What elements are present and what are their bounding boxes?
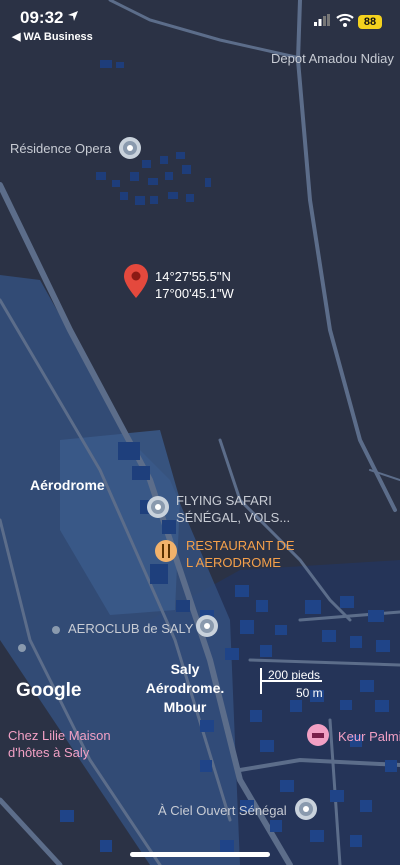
place-label-chez-lilie[interactable]: Chez Lilie Maison d'hôtes à Saly — [8, 727, 111, 761]
hotel-icon[interactable] — [307, 724, 329, 746]
flying-safari-line-1: FLYING SAFARI — [176, 493, 272, 508]
scale-bar: 200 pieds 50 m — [260, 668, 350, 702]
saly-line-3: Mbour — [163, 699, 207, 715]
battery-indicator: 88 — [358, 15, 382, 29]
place-label-flying-safari[interactable]: FLYING SAFARI SÉNÉGAL, VOLS... — [176, 492, 290, 526]
pin-longitude: 17°00'45.1"W — [155, 286, 234, 301]
wifi-icon — [336, 13, 354, 27]
restaurant-line-1: RESTAURANT DE — [186, 538, 295, 553]
location-arrow-icon — [68, 11, 78, 21]
scale-label-imperial: 200 pieds — [268, 668, 321, 682]
poi-marker-flying-safari[interactable] — [147, 496, 169, 518]
small-poi-dot — [18, 644, 26, 652]
poi-marker-ciel-ouvert[interactable] — [295, 798, 317, 820]
place-label-saly-aerodrome[interactable]: Saly Aérodrome. Mbour — [140, 660, 230, 717]
small-poi-dot — [52, 626, 60, 634]
scale-label-metric: 50 m — [296, 686, 323, 700]
google-logo: Google — [16, 680, 82, 701]
status-bar: 09:32 ◀ WA Business 88 — [0, 0, 400, 50]
saly-line-2: Aérodrome. — [145, 680, 225, 696]
place-label-restaurant[interactable]: RESTAURANT DE L AERODROME — [186, 537, 295, 571]
pin-coordinates: 14°27'55.5"N 17°00'45.1"W — [155, 268, 234, 302]
poi-marker-aeroclub[interactable] — [196, 615, 218, 637]
status-time: 09:32 — [20, 8, 64, 27]
pin-latitude: 14°27'55.5"N — [155, 269, 231, 284]
restaurant-icon[interactable] — [155, 540, 177, 562]
chez-lilie-line-1: Chez Lilie Maison — [8, 728, 111, 743]
restaurant-line-2: L AERODROME — [186, 555, 281, 570]
place-label-depot[interactable]: Depot Amadou Ndiay — [271, 50, 394, 67]
cellular-signal-icon — [314, 14, 330, 26]
back-to-app-link[interactable]: ◀ WA Business — [12, 30, 93, 43]
poi-marker-residence[interactable] — [119, 137, 141, 159]
chez-lilie-line-2: d'hôtes à Saly — [8, 745, 90, 760]
home-indicator[interactable] — [130, 852, 270, 857]
saly-line-1: Saly — [170, 661, 200, 677]
place-label-aeroclub[interactable]: AEROCLUB de SALY — [68, 620, 193, 637]
place-label-keur-palmi[interactable]: Keur Palmi — [338, 728, 400, 745]
place-label-aerodrome[interactable]: Aérodrome — [30, 477, 105, 494]
scale-bar-metric — [260, 682, 292, 694]
flying-safari-line-2: SÉNÉGAL, VOLS... — [176, 510, 291, 525]
place-label-ciel-ouvert[interactable]: À Ciel Ouvert Sénégal — [158, 802, 287, 819]
place-label-residence[interactable]: Résidence Opera — [10, 140, 111, 157]
